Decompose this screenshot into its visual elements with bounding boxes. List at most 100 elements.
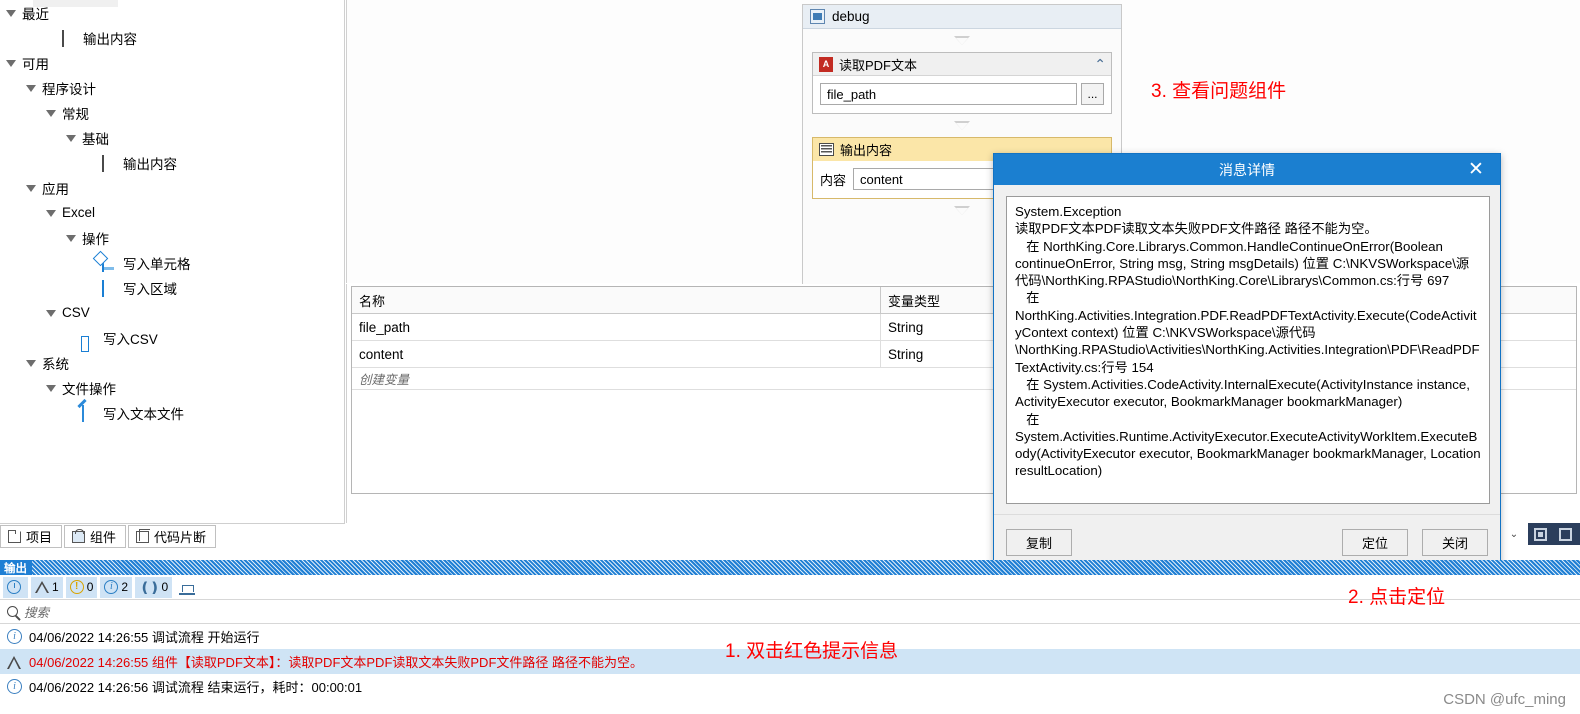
tree-node-4[interactable]: 常规 [0, 100, 344, 125]
tree-node-2[interactable]: 可用 [0, 50, 344, 75]
chevron-up-icon[interactable]: ⌃ [1094, 57, 1106, 71]
variable-cell-name[interactable]: content [352, 341, 881, 367]
filter-recent-button[interactable] [3, 576, 28, 598]
tree-node-label: Excel [62, 205, 96, 220]
tab-snippets-label: 代码片断 [154, 530, 207, 545]
tab-components[interactable]: 组件 [64, 525, 127, 548]
copy-button[interactable]: 复制 [1006, 529, 1072, 556]
pdf-icon: A [819, 56, 833, 72]
left-panel-tabs[interactable]: 项目 组件 代码片断 [0, 524, 345, 548]
chevron-expand-icon[interactable] [26, 182, 38, 194]
tree-node-7[interactable]: 应用 [0, 175, 344, 200]
file-path-input[interactable]: file_path [820, 83, 1077, 105]
tree-node-label: 常规 [62, 106, 89, 122]
close-button[interactable]: 关闭 [1422, 529, 1488, 556]
folder-icon [7, 529, 21, 543]
tree-node-15[interactable]: 文件操作 [0, 375, 344, 400]
chevron-expand-icon[interactable] [46, 382, 58, 394]
variable-cell-name[interactable]: file_path [352, 314, 881, 340]
tree-node-11[interactable]: 写入区域 [0, 275, 344, 300]
tree-node-5[interactable]: 基础 [0, 125, 344, 150]
tab-snippets[interactable]: 代码片断 [128, 525, 217, 548]
chevron-expand-icon[interactable] [6, 7, 18, 19]
output-search-row[interactable]: 搜索 [0, 600, 1580, 624]
locate-button[interactable]: 定位 [1342, 529, 1408, 556]
info-circle-icon: i [7, 679, 22, 694]
log-message: 04/06/2022 14:26:56 调试流程 结束运行，耗时：00:00:0… [29, 680, 363, 695]
log-message: 04/06/2022 14:26:55 组件【读取PDF文本】：读取PDF文本P… [29, 655, 644, 670]
dialog-title-bar[interactable]: 消息详情 ✕ [994, 154, 1500, 185]
tree-node-3[interactable]: 程序设计 [0, 75, 344, 100]
tree-node-label: 程序设计 [42, 81, 96, 97]
output-panel-title-bar[interactable]: 输出 [0, 560, 1580, 575]
column-header-name[interactable]: 名称 [352, 287, 881, 313]
chevron-expand-icon[interactable] [46, 107, 58, 119]
log-message: 04/06/2022 14:26:55 调试流程 开始运行 [29, 630, 260, 645]
filter-errors-button[interactable]: ! 0 [65, 576, 98, 598]
warning-triangle-icon [7, 655, 22, 669]
chevron-expand-icon[interactable] [66, 232, 78, 244]
annotation-step-2: 2. 点击定位 [1348, 587, 1446, 608]
log-row[interactable]: i 04/06/2022 14:26:56 调试流程 结束运行，耗时：00:00:… [0, 674, 1580, 699]
file-browse-button[interactable]: ... [1081, 83, 1104, 105]
tree-node-10[interactable]: 写入单元格 [0, 250, 344, 275]
tree-node-label: 可用 [22, 56, 49, 72]
chevron-expand-icon[interactable] [66, 132, 78, 144]
designer-mini-toolbar[interactable]: ⌄ [1500, 523, 1580, 545]
tree-node-label: 写入单元格 [123, 256, 191, 272]
chevron-expand-icon[interactable] [46, 207, 58, 219]
tree-node-13[interactable]: C 写入CSV [0, 325, 344, 350]
drag-grip-icon[interactable] [32, 560, 1580, 575]
output-toolbar[interactable]: 1 ! 0 i 2 ❪❫ 0 [0, 575, 1580, 600]
chevron-down-icon[interactable]: ⌄ [1500, 523, 1528, 545]
filter-errors-count: 0 [86, 580, 94, 594]
close-icon[interactable]: ✕ [1462, 154, 1490, 185]
error-circle-icon: ! [69, 580, 84, 594]
write-line-icon [102, 155, 119, 172]
activity-read-pdf-text-title: 读取PDF文本 [839, 57, 918, 73]
watermark: CSDN @ufc_ming [1443, 691, 1566, 708]
write-cell-icon [102, 255, 119, 272]
output-search-placeholder[interactable]: 搜索 [24, 602, 49, 621]
exception-text[interactable]: System.Exception 读取PDF文本PDF读取文本失败PDF文件路径… [1006, 196, 1490, 504]
tree-node-1[interactable]: 输出内容 [0, 25, 344, 50]
write-line-icon [819, 143, 834, 156]
tree-node-16[interactable]: 写入文本文件 [0, 400, 344, 425]
filter-info-button[interactable]: i 2 [100, 576, 133, 598]
chevron-expand-icon[interactable] [6, 57, 18, 69]
dialog-title: 消息详情 [1219, 161, 1275, 178]
message-detail-dialog[interactable]: 消息详情 ✕ System.Exception 读取PDF文本PDF读取文本失败… [993, 153, 1501, 573]
tree-node-label: 操作 [82, 231, 109, 247]
filter-warnings-button[interactable]: 1 [31, 576, 63, 598]
write-csv-icon: C [82, 336, 89, 345]
activity-read-pdf-text-body: file_path ... [813, 76, 1111, 113]
chevron-expand-icon[interactable] [26, 82, 38, 94]
snippet-icon [136, 528, 151, 543]
write-line-icon [62, 30, 79, 47]
info-circle-icon: i [7, 629, 22, 644]
tree-node-6[interactable]: 输出内容 [0, 150, 344, 175]
filter-trace-button[interactable]: ❪❫ 0 [135, 576, 173, 598]
fit-to-screen-button[interactable] [1528, 523, 1553, 545]
chevron-expand-icon[interactable] [26, 357, 38, 369]
filter-warnings-count: 1 [52, 580, 59, 594]
activity-read-pdf-text[interactable]: A 读取PDF文本 ⌃ file_path ... [812, 52, 1112, 114]
tree-node-12[interactable]: CSV [0, 300, 344, 325]
tree-node-9[interactable]: 操作 [0, 225, 344, 250]
tree-node-14[interactable]: 系统 [0, 350, 344, 375]
tab-project[interactable]: 项目 [0, 525, 63, 548]
activity-tree[interactable]: 最近 输出内容 可用 程序设计 常规 基础 输出内容 应用 Excel 操作 写入单元格 写入区域 CS… [0, 0, 345, 524]
activity-read-pdf-text-header[interactable]: A 读取PDF文本 ⌃ [813, 53, 1111, 76]
clear-stamp-icon [179, 580, 196, 595]
clear-output-button[interactable] [175, 577, 199, 598]
tree-node-label: 基础 [82, 131, 109, 147]
sequence-header[interactable]: debug [803, 5, 1121, 29]
content-field-label: 内容 [820, 172, 847, 188]
chevron-expand-icon[interactable] [46, 307, 58, 319]
tree-node-8[interactable]: Excel [0, 200, 344, 225]
expand-all-button[interactable] [1553, 523, 1578, 545]
